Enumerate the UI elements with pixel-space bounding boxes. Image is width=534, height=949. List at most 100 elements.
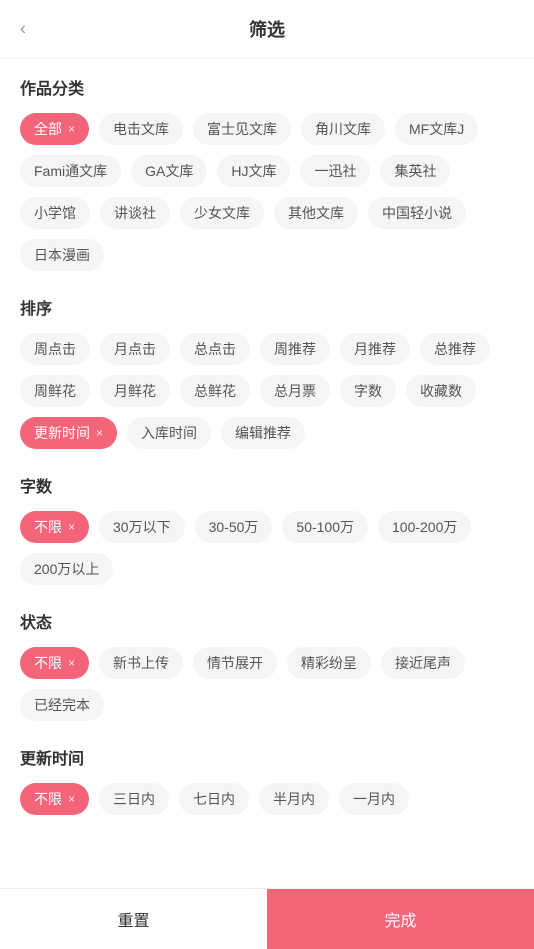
tag-sort-字数[interactable]: 字数	[340, 375, 396, 407]
tag-sort-总鲜花[interactable]: 总鲜花	[180, 375, 250, 407]
tag-category-一迅社[interactable]: 一迅社	[300, 155, 370, 187]
tag-label: 集英社	[394, 161, 436, 181]
tag-category-富士见文库[interactable]: 富士见文库	[193, 113, 291, 145]
tag-status-新书上传[interactable]: 新书上传	[99, 647, 183, 679]
tag-category-全部[interactable]: 全部 ×	[20, 113, 89, 145]
section-title-sort: 排序	[20, 295, 514, 319]
tag-status-已经完本[interactable]: 已经完本	[20, 689, 104, 721]
tag-sort-入库时间[interactable]: 入库时间	[127, 417, 211, 449]
tag-sort-月点击[interactable]: 月点击	[100, 333, 170, 365]
tag-close-icon[interactable]: ×	[68, 792, 75, 806]
tag-label: 总推荐	[434, 339, 476, 359]
tag-label: 情节展开	[207, 653, 263, 673]
tag-label: 字数	[354, 381, 382, 401]
tag-label: 角川文库	[315, 119, 371, 139]
tag-label: 小学馆	[34, 203, 76, 223]
tag-status-情节展开[interactable]: 情节展开	[193, 647, 277, 679]
tag-label: 日本漫画	[34, 245, 90, 265]
tag-updatetime-三日内[interactable]: 三日内	[99, 783, 169, 815]
tag-close-icon[interactable]: ×	[96, 426, 103, 440]
tag-sort-月推荐[interactable]: 月推荐	[340, 333, 410, 365]
tag-label: 七日内	[193, 789, 235, 809]
tag-status-精彩纷呈[interactable]: 精彩纷呈	[287, 647, 371, 679]
tag-close-icon[interactable]: ×	[68, 656, 75, 670]
back-button[interactable]: ‹	[20, 19, 26, 40]
section-sort: 排序周点击月点击 总点击 周推荐 月推荐 总推荐周鲜花 月鲜花 总鲜花 总月票 字数 收藏数更新时…	[20, 295, 514, 449]
tag-label: 周鲜花	[34, 381, 76, 401]
tag-category-MF文库J[interactable]: MF文库J	[395, 113, 478, 145]
tag-label: 30万以下	[113, 517, 171, 537]
tag-label: 中国轻小说	[382, 203, 452, 223]
tag-sort-编辑推荐[interactable]: 编辑推荐	[221, 417, 305, 449]
section-updatetime: 更新时间不限× 三日内 七日内 半月内 一月内	[20, 745, 514, 815]
tag-sort-周推荐[interactable]: 周推荐	[260, 333, 330, 365]
tag-sort-收藏数[interactable]: 收藏数	[406, 375, 476, 407]
tag-category-HJ文库[interactable]: HJ文库	[217, 155, 290, 187]
reset-button[interactable]: 重置	[0, 889, 267, 949]
tag-wordcount-50-100万[interactable]: 50-100万	[282, 511, 368, 543]
tag-label: 更新时间	[34, 423, 90, 443]
tag-label: 收藏数	[420, 381, 462, 401]
tag-category-小学馆[interactable]: 小学馆	[20, 197, 90, 229]
tag-label: 全部	[34, 119, 62, 139]
tag-label: 精彩纷呈	[301, 653, 357, 673]
tag-wordcount-30万以下[interactable]: 30万以下	[99, 511, 185, 543]
tag-label: 半月内	[273, 789, 315, 809]
tag-label: 总月票	[274, 381, 316, 401]
tag-category-GA文库[interactable]: GA文库	[131, 155, 207, 187]
tag-sort-总月票[interactable]: 总月票	[260, 375, 330, 407]
tag-category-少女文库[interactable]: 少女文库	[180, 197, 264, 229]
tag-sort-周点击[interactable]: 周点击	[20, 333, 90, 365]
section-category: 作品分类全部×电击文库富士见文库角川文库MF文库JFami通文库GA文库HJ文库…	[20, 75, 514, 271]
tag-updatetime-七日内[interactable]: 七日内	[179, 783, 249, 815]
tag-updatetime-半月内[interactable]: 半月内	[259, 783, 329, 815]
tag-close-icon[interactable]: ×	[68, 520, 75, 534]
tag-label: 编辑推荐	[235, 423, 291, 443]
tag-label: 电击文库	[113, 119, 169, 139]
tags-wrap-sort: 周点击月点击 总点击 周推荐 月推荐 总推荐周鲜花 月鲜花 总鲜花 总月票 字数 收藏数更新时间 ×…	[20, 333, 514, 449]
tag-label: 总鲜花	[194, 381, 236, 401]
tag-label: 三日内	[113, 789, 155, 809]
tag-label: 不限	[34, 653, 62, 673]
tag-label: 一迅社	[314, 161, 356, 181]
tag-updatetime-一月内[interactable]: 一月内	[339, 783, 409, 815]
tag-status-不限[interactable]: 不限 ×	[20, 647, 89, 679]
tag-wordcount-100-200万[interactable]: 100-200万	[378, 511, 471, 543]
tag-sort-总点击[interactable]: 总点击	[180, 333, 250, 365]
section-title-updatetime: 更新时间	[20, 745, 514, 769]
tag-category-Fami通文库[interactable]: Fami通文库	[20, 155, 121, 187]
tag-category-电击文库[interactable]: 电击文库	[99, 113, 183, 145]
tag-label: GA文库	[145, 161, 193, 181]
tag-wordcount-30-50万[interactable]: 30-50万	[195, 511, 273, 543]
tag-wordcount-200万以上[interactable]: 200万以上	[20, 553, 113, 585]
tag-label: 月鲜花	[114, 381, 156, 401]
tag-sort-总推荐[interactable]: 总推荐	[420, 333, 490, 365]
tag-wordcount-不限[interactable]: 不限×	[20, 511, 89, 543]
tag-sort-更新时间[interactable]: 更新时间 ×	[20, 417, 117, 449]
confirm-button[interactable]: 完成	[267, 889, 534, 949]
tag-category-日本漫画[interactable]: 日本漫画	[20, 239, 104, 271]
tag-sort-周鲜花[interactable]: 周鲜花	[20, 375, 90, 407]
tag-updatetime-不限[interactable]: 不限×	[20, 783, 89, 815]
tag-close-icon[interactable]: ×	[68, 122, 75, 136]
tag-category-中国轻小说[interactable]: 中国轻小说	[368, 197, 466, 229]
tag-category-角川文库[interactable]: 角川文库	[301, 113, 385, 145]
tag-label: 200万以上	[34, 559, 99, 579]
tag-category-集英社[interactable]: 集英社	[380, 155, 450, 187]
tag-status-接近尾声[interactable]: 接近尾声	[381, 647, 465, 679]
header-title: 筛选	[249, 16, 285, 42]
tag-category-讲谈社[interactable]: 讲谈社	[100, 197, 170, 229]
tag-label: 总点击	[194, 339, 236, 359]
section-status: 状态不限×新书上传情节展开精彩纷呈接近尾声已经完本	[20, 609, 514, 721]
tags-wrap-updatetime: 不限× 三日内 七日内 半月内 一月内	[20, 783, 514, 815]
tag-label: 其他文库	[288, 203, 344, 223]
tag-label: 100-200万	[392, 517, 457, 537]
header: ‹ 筛选	[0, 0, 534, 59]
tag-label: 30-50万	[209, 517, 259, 537]
tag-label: 接近尾声	[395, 653, 451, 673]
tag-label: 50-100万	[296, 517, 354, 537]
tag-sort-月鲜花[interactable]: 月鲜花	[100, 375, 170, 407]
tag-category-其他文库[interactable]: 其他文库	[274, 197, 358, 229]
tag-label: 富士见文库	[207, 119, 277, 139]
tag-label: 月推荐	[354, 339, 396, 359]
